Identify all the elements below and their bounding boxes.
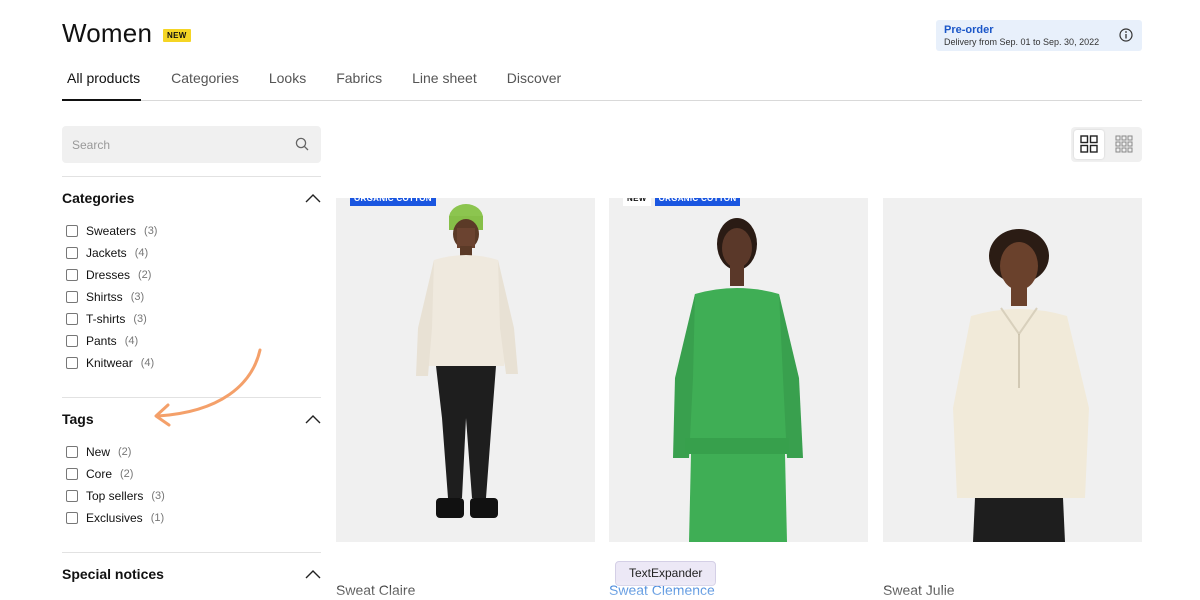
filter-count: (3) bbox=[151, 490, 165, 502]
product-card[interactable]: Sweat Julie bbox=[883, 198, 1142, 598]
filter-count: (2) bbox=[138, 269, 152, 281]
filter-knitwear[interactable]: Knitwear (4) bbox=[62, 352, 321, 374]
special-notices-title: Special notices bbox=[62, 566, 164, 582]
tab-categories[interactable]: Categories bbox=[171, 67, 239, 101]
categories-list: Sweaters (3) Jackets (4) Dresses (2) Shirts… bbox=[62, 220, 321, 374]
model-photo bbox=[883, 198, 1142, 542]
filter-label: Sweaters bbox=[86, 224, 137, 238]
filter-label: Dresses bbox=[86, 268, 131, 282]
filter-shirtss[interactable]: Shirtss (3) bbox=[62, 286, 321, 308]
filter-label: New bbox=[86, 445, 111, 459]
view-toggle bbox=[1071, 127, 1142, 162]
info-icon[interactable] bbox=[1119, 28, 1133, 42]
filter-t-shirts[interactable]: T-shirts (3) bbox=[62, 308, 321, 330]
tab-all-products[interactable]: All products bbox=[62, 67, 142, 101]
search-input[interactable] bbox=[62, 126, 321, 163]
filter-pants[interactable]: Pants (4) bbox=[62, 330, 321, 352]
checkbox[interactable] bbox=[66, 313, 78, 325]
chevron-up-icon[interactable] bbox=[305, 569, 321, 579]
tag-new: NEW bbox=[623, 198, 651, 206]
tags-filter: Tags New (2) Core (2) Top sellers (3) Exclu… bbox=[62, 397, 321, 529]
filter-sweaters[interactable]: Sweaters (3) bbox=[62, 220, 321, 242]
product-card[interactable]: ORGANIC COTTON Sweat Claire bbox=[336, 198, 595, 598]
filter-new[interactable]: New (2) bbox=[62, 441, 321, 463]
product-image[interactable]: NEW ORGANIC COTTON bbox=[609, 198, 868, 542]
filter-jackets[interactable]: Jackets (4) bbox=[62, 242, 321, 264]
checkbox[interactable] bbox=[66, 269, 78, 281]
categories-title: Categories bbox=[62, 190, 135, 206]
tab-line-sheet[interactable]: Line sheet bbox=[412, 67, 477, 101]
categories-filter: Categories Sweaters (3) Jackets (4) Dresse… bbox=[62, 176, 321, 374]
filter-count: (1) bbox=[150, 512, 165, 524]
tab-discover[interactable]: Discover bbox=[507, 67, 561, 101]
tags-header[interactable]: Tags bbox=[62, 409, 321, 429]
filter-core[interactable]: Core (2) bbox=[62, 463, 321, 485]
categories-header[interactable]: Categories bbox=[62, 188, 321, 208]
checkbox[interactable] bbox=[66, 512, 78, 524]
filter-count: (3) bbox=[130, 291, 145, 303]
checkbox[interactable] bbox=[66, 291, 78, 303]
product-tags: NEW ORGANIC COTTON bbox=[623, 198, 744, 206]
tags-list: New (2) Core (2) Top sellers (3) Exclusives… bbox=[62, 441, 321, 529]
checkbox[interactable] bbox=[66, 490, 78, 502]
preorder-banner[interactable]: Pre-order Delivery from Sep. 01 to Sep. … bbox=[936, 20, 1142, 51]
model-photo bbox=[609, 198, 868, 542]
filter-label: Knitwear bbox=[86, 356, 133, 370]
filter-label: Shirtss bbox=[86, 290, 123, 304]
grid-small-button[interactable] bbox=[1109, 130, 1139, 159]
filter-exclusives[interactable]: Exclusives (1) bbox=[62, 507, 321, 529]
tab-looks[interactable]: Looks bbox=[269, 67, 306, 101]
product-tags: ORGANIC COTTON bbox=[350, 198, 440, 206]
grid-large-icon bbox=[1080, 135, 1098, 153]
product-name[interactable]: Sweat Julie bbox=[883, 582, 955, 598]
new-badge: NEW bbox=[163, 29, 191, 42]
special-notices-header[interactable]: Special notices bbox=[62, 564, 321, 584]
checkbox[interactable] bbox=[66, 468, 78, 480]
filter-count: (4) bbox=[134, 247, 149, 259]
tag-organic-cotton: ORGANIC COTTON bbox=[654, 198, 741, 206]
grid-large-button[interactable] bbox=[1074, 130, 1104, 159]
filter-label: Jackets bbox=[86, 246, 127, 260]
tab-bar: All products Categories Looks Fabrics Li… bbox=[62, 67, 1142, 101]
model-photo bbox=[336, 198, 595, 542]
textexpander-popup[interactable]: TextExpander bbox=[615, 561, 717, 586]
product-image[interactable] bbox=[883, 198, 1142, 542]
checkbox[interactable] bbox=[66, 357, 78, 369]
checkbox[interactable] bbox=[66, 335, 78, 347]
filter-count: (2) bbox=[120, 468, 134, 480]
filter-count: (3) bbox=[133, 313, 147, 325]
tag-organic-cotton: ORGANIC COTTON bbox=[350, 198, 436, 206]
chevron-up-icon[interactable] bbox=[305, 414, 321, 424]
filter-label: Core bbox=[86, 467, 113, 481]
checkbox[interactable] bbox=[66, 225, 78, 237]
filter-count: (4) bbox=[140, 357, 155, 369]
tags-title: Tags bbox=[62, 411, 94, 427]
filter-count: (3) bbox=[144, 225, 158, 237]
tab-fabrics[interactable]: Fabrics bbox=[336, 67, 382, 101]
filter-label: Top sellers bbox=[86, 489, 144, 503]
filter-label: T-shirts bbox=[86, 312, 126, 326]
filter-label: Exclusives bbox=[86, 511, 143, 525]
checkbox[interactable] bbox=[66, 247, 78, 259]
preorder-title: Pre-order bbox=[944, 24, 994, 36]
preorder-subtitle: Delivery from Sep. 01 to Sep. 30, 2022 bbox=[944, 37, 1100, 47]
filter-count: (4) bbox=[124, 335, 139, 347]
special-notices-filter: Special notices bbox=[62, 552, 321, 584]
filter-label: Pants bbox=[86, 334, 117, 348]
grid-small-icon bbox=[1115, 135, 1133, 153]
checkbox[interactable] bbox=[66, 446, 78, 458]
product-card[interactable]: NEW ORGANIC COTTON Sweat Clemence bbox=[609, 198, 868, 598]
product-image[interactable]: ORGANIC COTTON bbox=[336, 198, 595, 542]
page-title: Women bbox=[62, 18, 153, 48]
chevron-up-icon[interactable] bbox=[305, 193, 321, 203]
filter-count: (2) bbox=[118, 446, 132, 458]
filter-top-sellers[interactable]: Top sellers (3) bbox=[62, 485, 321, 507]
filter-dresses[interactable]: Dresses (2) bbox=[62, 264, 321, 286]
product-name[interactable]: Sweat Claire bbox=[336, 582, 415, 598]
search-icon[interactable] bbox=[295, 137, 309, 151]
